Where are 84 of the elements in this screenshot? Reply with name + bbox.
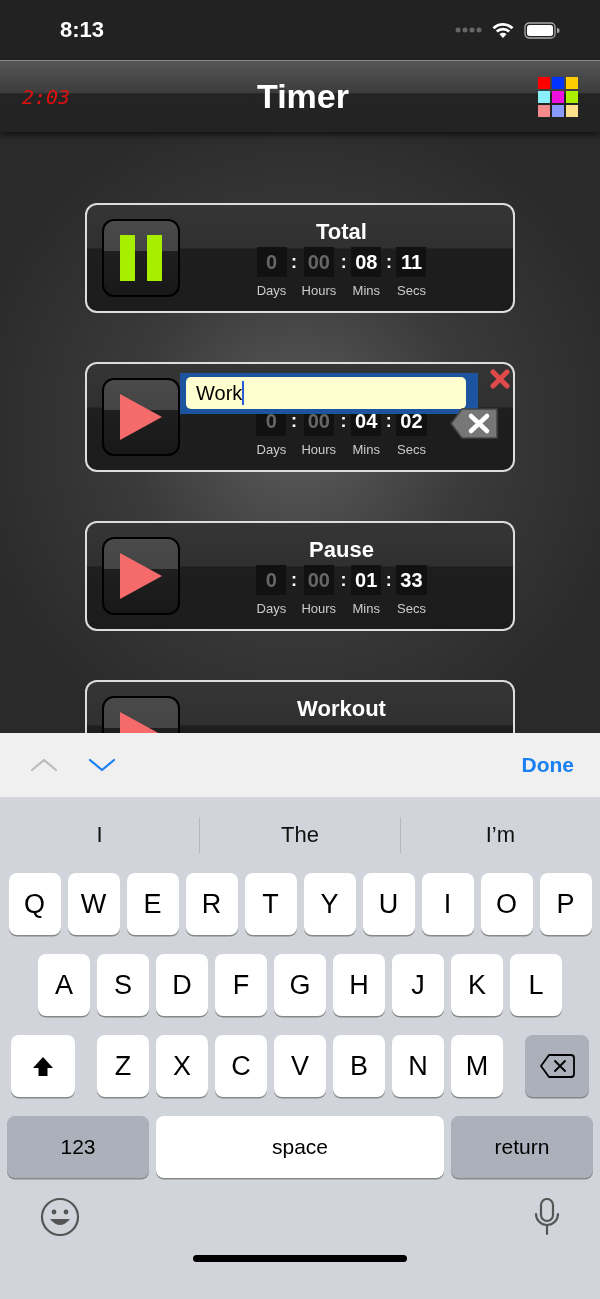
letter-key[interactable]: X bbox=[156, 1035, 208, 1097]
chevron-down-icon[interactable] bbox=[88, 758, 116, 772]
letter-key[interactable]: B bbox=[333, 1035, 385, 1097]
unit-label: Days bbox=[256, 442, 287, 457]
letter-key[interactable]: J bbox=[392, 954, 444, 1016]
signal-icon bbox=[455, 26, 482, 34]
return-key[interactable]: return bbox=[451, 1116, 593, 1178]
clear-text-icon[interactable] bbox=[450, 408, 498, 439]
microphone-icon[interactable] bbox=[534, 1198, 560, 1236]
letter-key[interactable]: A bbox=[38, 954, 90, 1016]
unit-label: Days bbox=[256, 601, 287, 616]
unit-label: Mins bbox=[352, 601, 380, 616]
letter-key[interactable]: F bbox=[215, 954, 267, 1016]
timer-title: Workout bbox=[297, 696, 386, 722]
letter-key[interactable]: M bbox=[451, 1035, 503, 1097]
delete-icon[interactable] bbox=[490, 369, 510, 389]
unit-label: Secs bbox=[397, 283, 426, 298]
letter-key[interactable]: S bbox=[97, 954, 149, 1016]
wifi-icon bbox=[492, 22, 514, 38]
letter-key[interactable]: N bbox=[392, 1035, 444, 1097]
play-icon bbox=[120, 553, 162, 599]
unit-label: Days bbox=[256, 283, 287, 298]
time-value: 00 bbox=[303, 565, 334, 595]
time-value: 01 bbox=[351, 565, 382, 595]
unit-label: Hours bbox=[301, 283, 337, 298]
unit-label: Hours bbox=[301, 442, 337, 457]
letter-key[interactable]: L bbox=[510, 954, 562, 1016]
letter-key[interactable]: H bbox=[333, 954, 385, 1016]
time-value: 08 bbox=[351, 247, 382, 277]
letter-key[interactable]: V bbox=[274, 1035, 326, 1097]
status-time: 8:13 bbox=[60, 17, 105, 43]
emoji-icon[interactable] bbox=[40, 1197, 80, 1237]
letter-key[interactable]: R bbox=[185, 873, 238, 935]
play-button[interactable] bbox=[102, 537, 180, 615]
letter-key[interactable]: I bbox=[421, 873, 474, 935]
colon-separator: : bbox=[339, 569, 348, 592]
letter-key[interactable]: D bbox=[156, 954, 208, 1016]
time-value: 0 bbox=[256, 247, 287, 277]
name-field[interactable]: Work bbox=[180, 373, 478, 414]
letter-key[interactable]: U bbox=[362, 873, 415, 935]
space-key[interactable]: space bbox=[156, 1116, 444, 1178]
letter-key[interactable]: Z bbox=[97, 1035, 149, 1097]
play-icon bbox=[120, 394, 162, 440]
time-value: 33 bbox=[396, 565, 427, 595]
backspace-icon bbox=[539, 1054, 575, 1078]
unit-label: Mins bbox=[352, 283, 381, 298]
suggestion[interactable]: The bbox=[200, 822, 400, 848]
letter-key[interactable]: C bbox=[215, 1035, 267, 1097]
text-cursor bbox=[242, 381, 245, 405]
nav-title: Timer bbox=[257, 77, 349, 116]
letter-key[interactable]: Y bbox=[303, 873, 356, 935]
battery-icon bbox=[524, 21, 560, 39]
unit-label: Hours bbox=[301, 601, 337, 616]
letter-key[interactable]: E bbox=[126, 873, 179, 935]
colon-separator: : bbox=[339, 251, 348, 274]
letter-key[interactable]: O bbox=[480, 873, 533, 935]
letter-key[interactable]: T bbox=[244, 873, 297, 935]
colon-separator: : bbox=[384, 251, 393, 274]
unit-label: Secs bbox=[397, 601, 426, 616]
colon-separator: : bbox=[290, 251, 299, 274]
delete-key[interactable] bbox=[525, 1035, 589, 1097]
numbers-key[interactable]: 123 bbox=[7, 1116, 149, 1178]
letter-key[interactable]: G bbox=[274, 954, 326, 1016]
time-value: 0 bbox=[256, 565, 287, 595]
unit-label: Secs bbox=[397, 442, 426, 457]
pause-icon bbox=[120, 235, 162, 281]
shift-icon bbox=[32, 1055, 54, 1077]
colon-separator: : bbox=[384, 569, 393, 592]
letter-key[interactable]: K bbox=[451, 954, 503, 1016]
shift-key[interactable] bbox=[11, 1035, 75, 1097]
pause-button[interactable] bbox=[102, 219, 180, 297]
letter-key[interactable]: W bbox=[67, 873, 120, 935]
color-grid-icon[interactable] bbox=[538, 76, 578, 117]
colon-separator: : bbox=[289, 569, 298, 592]
time-value: 00 bbox=[303, 247, 334, 277]
time-value: 11 bbox=[396, 247, 427, 277]
timer-title: Total bbox=[316, 219, 367, 245]
suggestion[interactable]: I bbox=[0, 822, 200, 848]
unit-label: Mins bbox=[352, 442, 380, 457]
letter-key[interactable]: Q bbox=[8, 873, 61, 935]
play-button[interactable] bbox=[102, 378, 180, 456]
timer-title: Pause bbox=[309, 537, 374, 563]
suggestion[interactable]: I’m bbox=[400, 822, 600, 848]
letter-key[interactable]: P bbox=[539, 873, 592, 935]
